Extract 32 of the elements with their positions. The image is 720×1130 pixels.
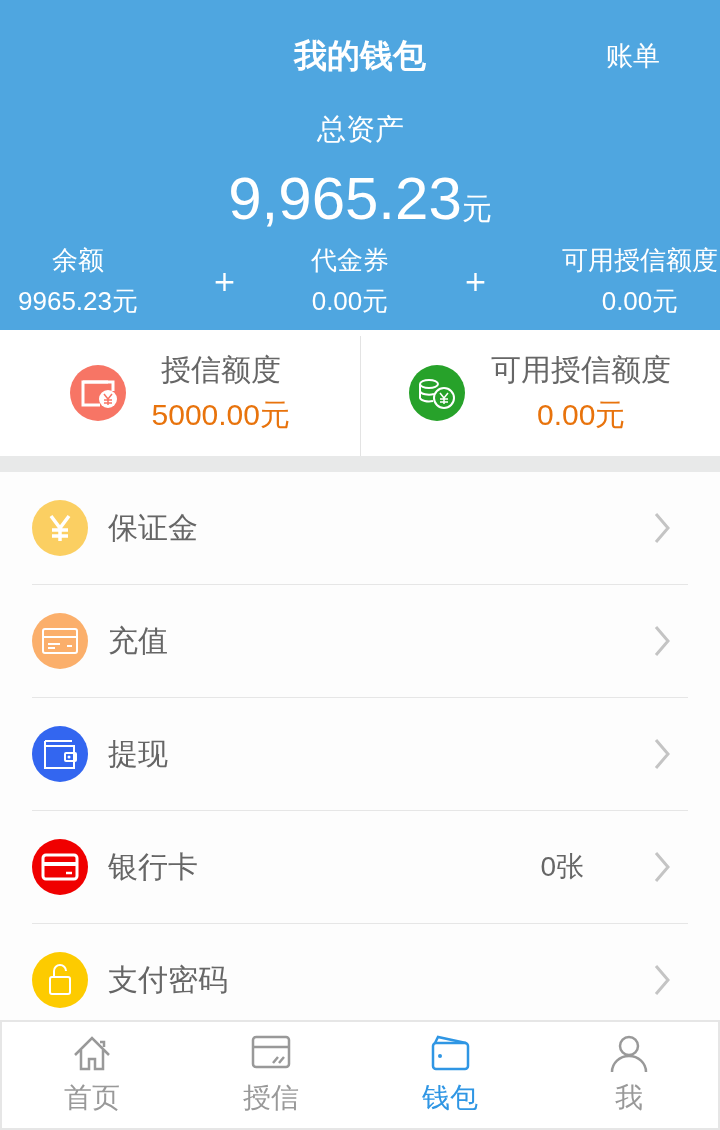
page-title: 我的钱包: [294, 35, 426, 77]
balance-value: 0.00元: [311, 285, 389, 318]
card-count: 0张: [540, 850, 584, 884]
tab[interactable]: 我: [539, 1022, 718, 1128]
currency-unit: 元: [461, 190, 492, 228]
plus-sign: +: [212, 264, 237, 298]
tab[interactable]: 授信: [181, 1022, 360, 1128]
plus-sign: +: [463, 264, 488, 298]
menu-item[interactable]: 银行卡 0张: [32, 811, 688, 924]
tab[interactable]: 钱包: [360, 1022, 539, 1128]
menu-item[interactable]: 提现: [32, 698, 688, 811]
credit-label: 可用授信额度: [491, 351, 672, 389]
balance-label: 代金券: [311, 244, 389, 277]
chevron-right-icon: [654, 964, 670, 996]
wallet-icon: [429, 1033, 470, 1073]
chevron-right-icon: [654, 851, 670, 883]
menu-item[interactable]: 保证金: [32, 472, 688, 585]
tab[interactable]: 首页: [2, 1022, 181, 1128]
balance-label: 可用授信额度: [562, 244, 718, 277]
balance-value: 9965.23元: [18, 285, 138, 318]
balance-value: 0.00元: [601, 285, 679, 318]
menu-item[interactable]: 充值: [32, 585, 688, 698]
user-icon: [608, 1033, 649, 1073]
credit-label: 授信额度: [160, 351, 281, 389]
chevron-right-icon: [654, 738, 670, 770]
balance-label: 余额: [52, 244, 104, 277]
chevron-right-icon: [654, 625, 670, 657]
chevron-right-icon: [654, 512, 670, 544]
total-amount: 9,965.23: [228, 164, 462, 233]
credit-amount: 5000.00元: [151, 397, 290, 433]
total-label: 总资产: [315, 111, 405, 148]
credit-amount: 0.00元: [537, 397, 626, 433]
